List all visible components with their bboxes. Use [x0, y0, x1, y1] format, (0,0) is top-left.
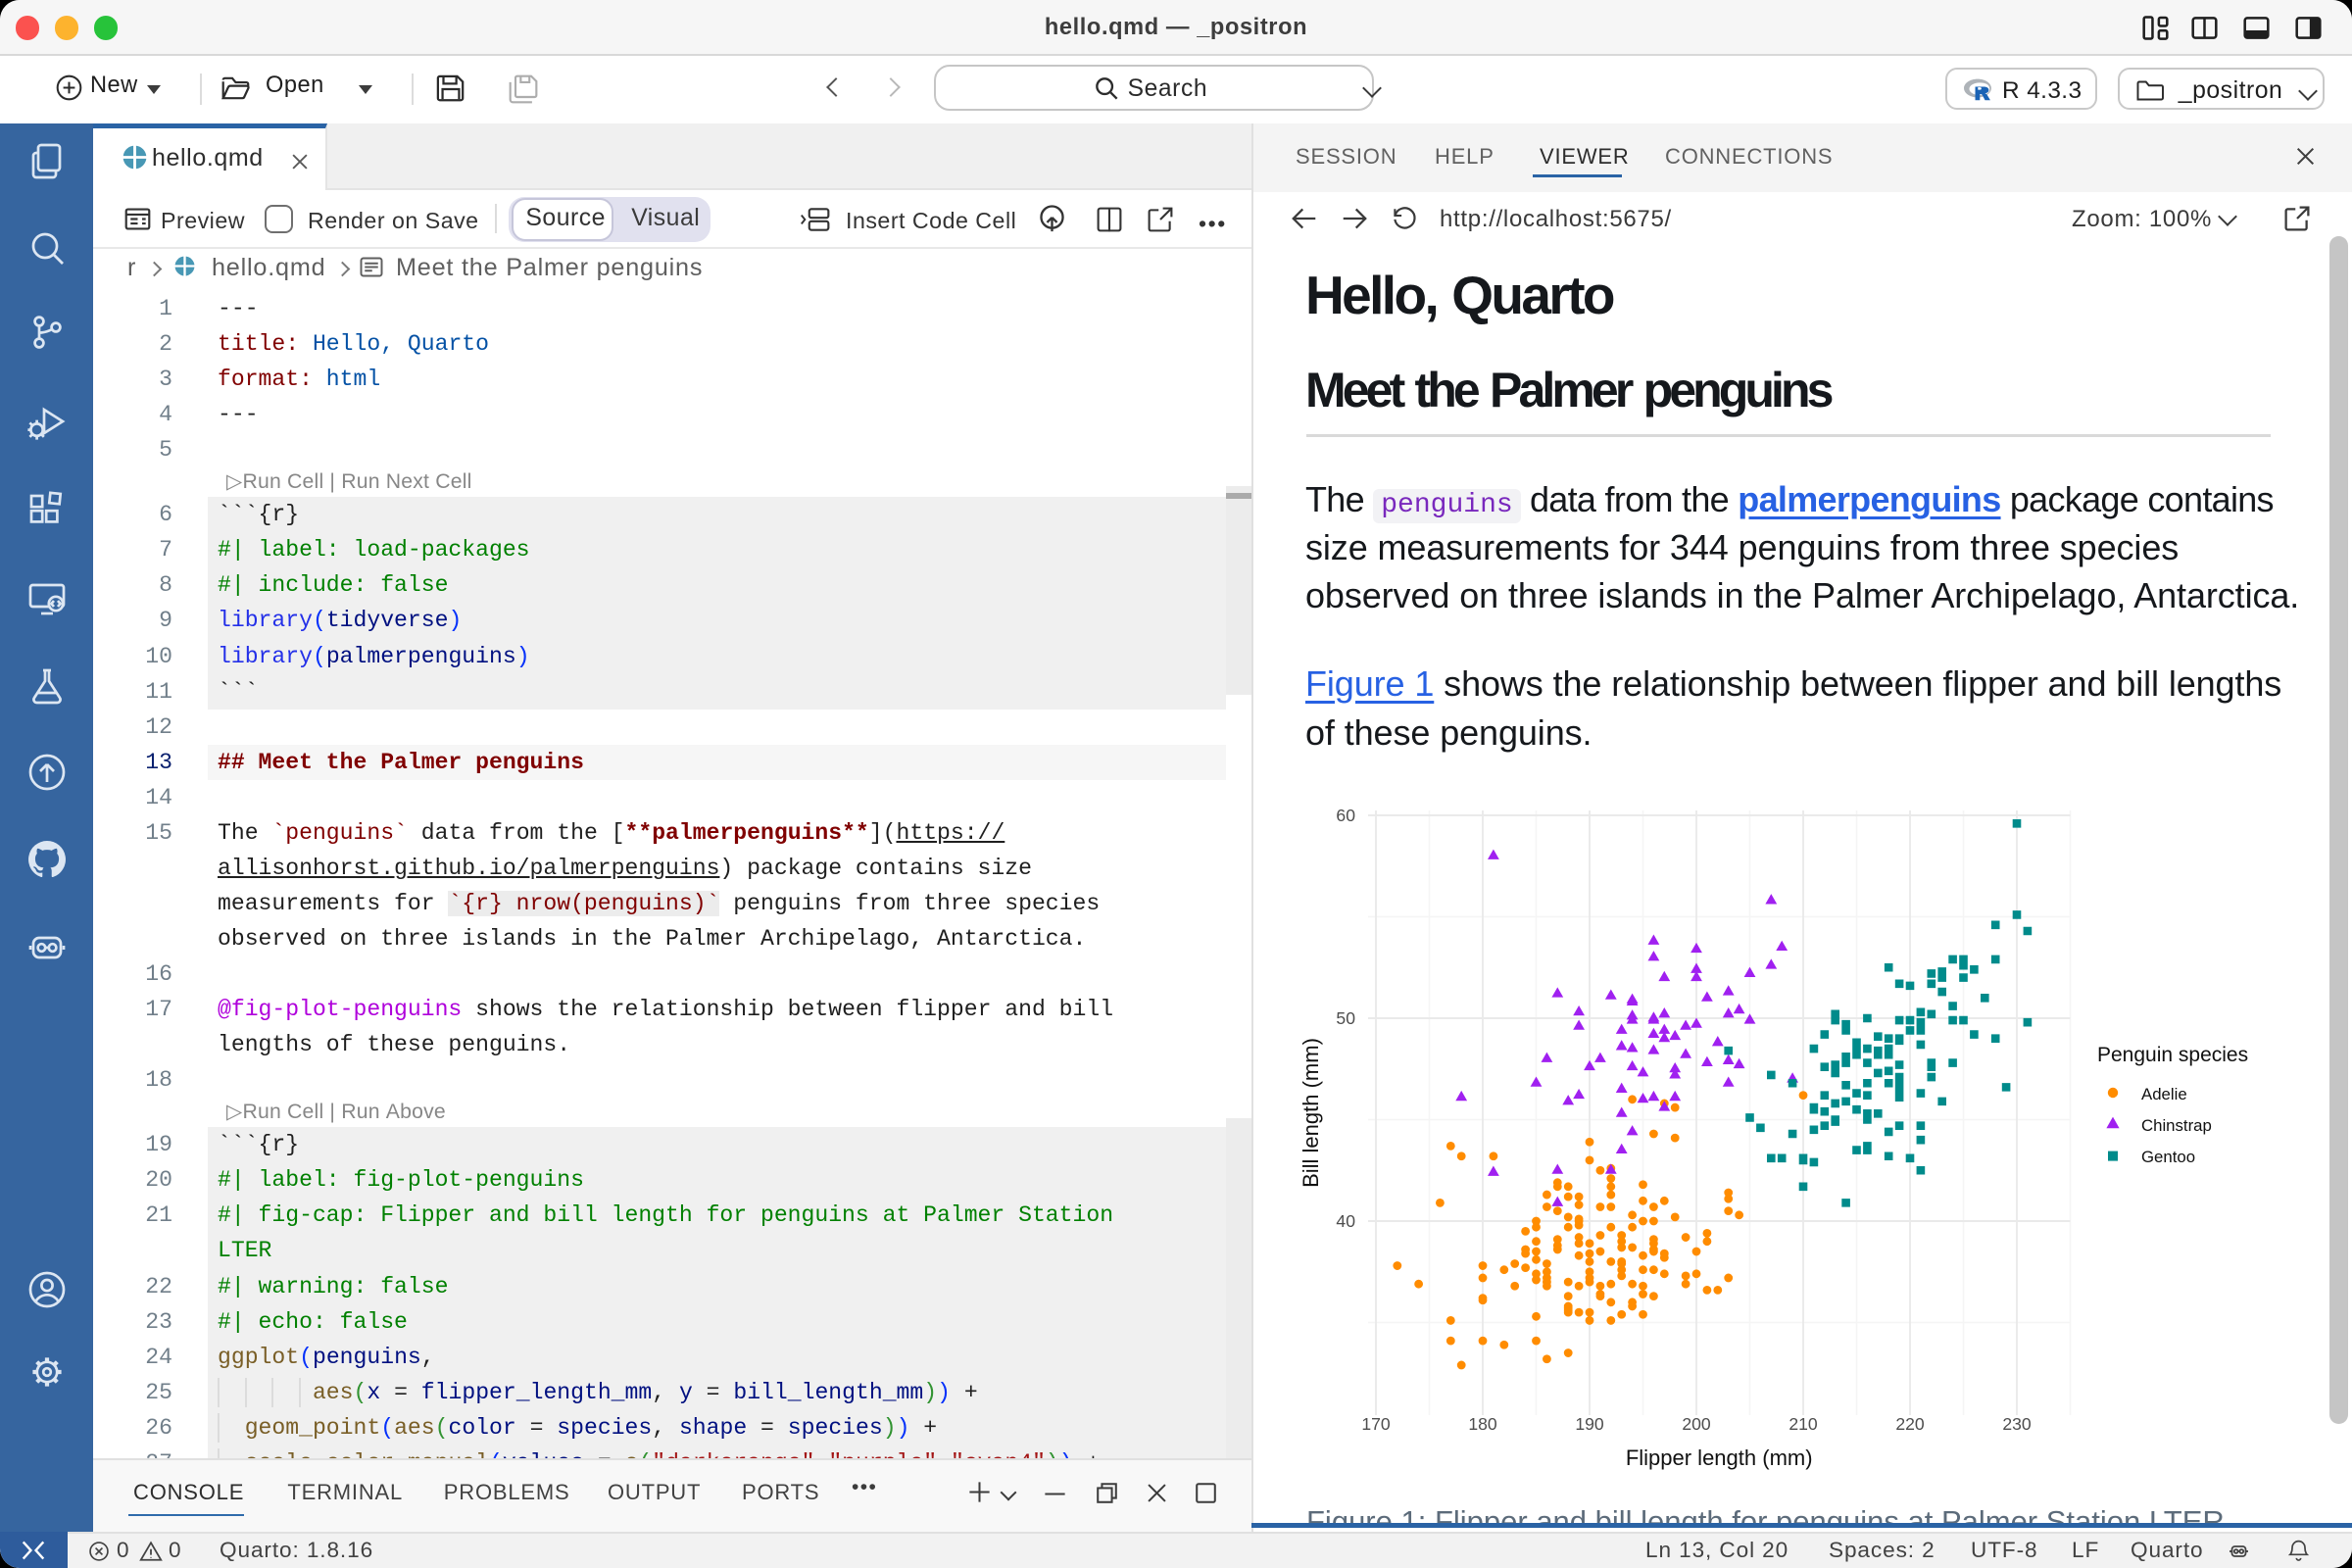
svg-text:220: 220 — [1895, 1414, 1925, 1434]
svg-text:180: 180 — [1468, 1414, 1497, 1434]
svg-text:60: 60 — [1336, 806, 1355, 825]
svg-text:Gentoo: Gentoo — [2141, 1148, 2195, 1166]
svg-text:40: 40 — [1336, 1211, 1355, 1231]
svg-text:170: 170 — [1361, 1414, 1391, 1434]
svg-text:Penguin species: Penguin species — [2097, 1044, 2248, 1066]
svg-text:Adelie: Adelie — [2141, 1085, 2187, 1103]
svg-text:Bill length (mm): Bill length (mm) — [1298, 1038, 1323, 1188]
svg-text:190: 190 — [1575, 1414, 1604, 1434]
svg-text:Flipper length (mm): Flipper length (mm) — [1626, 1446, 1813, 1470]
svg-text:210: 210 — [1788, 1414, 1818, 1434]
svg-text:230: 230 — [2002, 1414, 2032, 1434]
svg-text:50: 50 — [1336, 1008, 1355, 1028]
svg-text:200: 200 — [1682, 1414, 1711, 1434]
svg-text:Chinstrap: Chinstrap — [2141, 1116, 2212, 1135]
